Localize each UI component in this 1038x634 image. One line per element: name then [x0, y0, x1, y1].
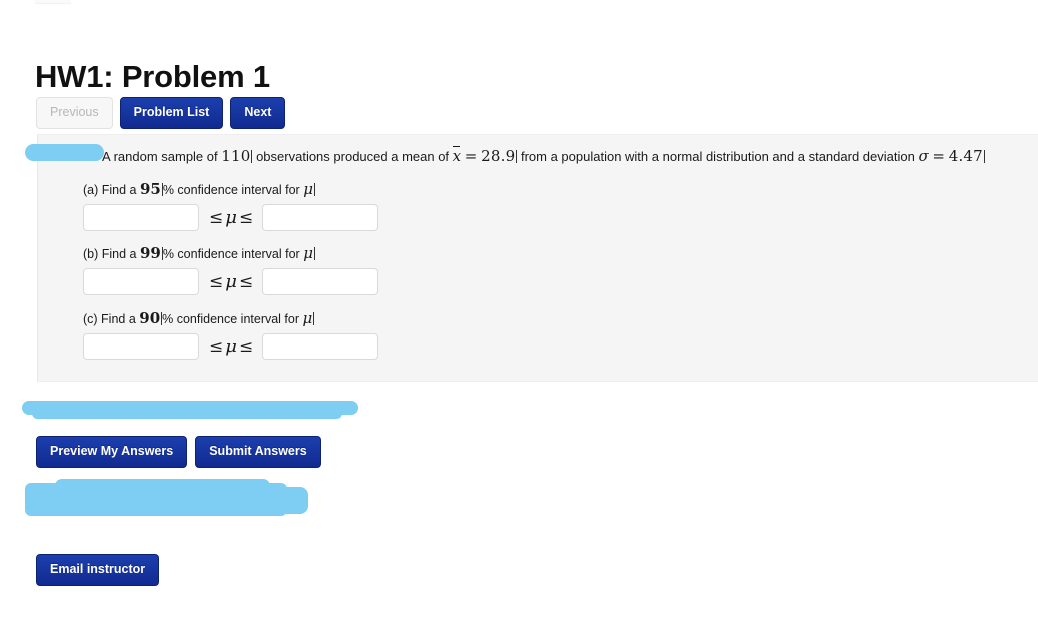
- part-c-suffix: % confidence interval for: [162, 312, 303, 326]
- part-a-upper-bound-input[interactable]: [262, 204, 379, 231]
- text-caret: [983, 150, 985, 163]
- part-c-lower-bound-input[interactable]: [83, 333, 199, 360]
- part-a-label: (a) Find a 95% confidence interval for μ: [83, 181, 378, 198]
- sigma-value: 4.47: [948, 147, 983, 165]
- part-c-mu-symbol: μ: [302, 309, 313, 327]
- inequality-right: ≤: [238, 272, 254, 292]
- inequality-right: ≤: [238, 208, 254, 228]
- mu-symbol: μ: [225, 207, 237, 228]
- part-b-mu-symbol: μ: [303, 244, 313, 262]
- highlighter-mark-above-buttons: [22, 401, 358, 419]
- highlighter-mark-below-buttons: [25, 479, 308, 516]
- top-cutoff-sliver: [35, 0, 71, 4]
- x-bar-symbol: x: [452, 146, 462, 165]
- part-b-confidence-level: 99: [139, 244, 161, 262]
- part-c-inequality: ≤ μ ≤: [199, 336, 262, 357]
- text-caret: [313, 312, 315, 325]
- mean-value: 28.9: [481, 147, 516, 165]
- email-instructor-button[interactable]: Email instructor: [36, 554, 160, 586]
- sigma-symbol: σ: [918, 147, 929, 165]
- part-b-suffix: % confidence interval for: [162, 247, 304, 261]
- part-a-answer-row: ≤ μ ≤: [83, 204, 379, 231]
- part-b-prefix: (b) Find a: [83, 247, 140, 261]
- statement-text-3: from a population with a normal distribu…: [517, 149, 919, 164]
- statement-text-2: observations produced a mean of: [252, 149, 453, 164]
- text-caret: [313, 247, 315, 260]
- part-a-inequality: ≤ μ ≤: [199, 207, 262, 228]
- part-b-lower-bound-input[interactable]: [83, 268, 199, 295]
- part-a-confidence-level: 95: [139, 180, 161, 198]
- part-c-upper-bound-input[interactable]: [262, 333, 379, 360]
- part-c-prefix: (c) Find a: [83, 312, 140, 326]
- inequality-left: ≤: [209, 337, 224, 357]
- problem-list-button[interactable]: Problem List: [119, 97, 224, 129]
- sample-size-value: 110: [221, 147, 251, 165]
- part-a-prefix: (a) Find a: [83, 183, 140, 197]
- inequality-left: ≤: [209, 272, 224, 292]
- part-c-answer-row: ≤ μ ≤: [83, 333, 379, 360]
- text-caret: [313, 183, 315, 196]
- part-b-upper-bound-input[interactable]: [262, 268, 379, 295]
- problem-navigation: Previous Problem List Next: [36, 97, 286, 129]
- equals-sign-1: =: [464, 147, 478, 165]
- email-instructor-wrap: Email instructor: [36, 554, 160, 586]
- part-a-lower-bound-input[interactable]: [83, 204, 199, 231]
- problem-part-c: (c) Find a 90% confidence interval for μ…: [83, 310, 379, 360]
- part-b-answer-row: ≤ μ ≤: [83, 268, 379, 295]
- part-c-label: (c) Find a 90% confidence interval for μ: [83, 310, 378, 327]
- preview-my-answers-button[interactable]: Preview My Answers: [36, 436, 188, 468]
- problem-part-b: (b) Find a 99% confidence interval for μ…: [83, 245, 379, 295]
- problem-part-a: (a) Find a 95% confidence interval for μ…: [83, 181, 379, 231]
- problem-panel: A random sample of 110 observations prod…: [37, 134, 1038, 382]
- mu-symbol: μ: [225, 271, 237, 292]
- previous-button[interactable]: Previous: [36, 97, 113, 129]
- part-c-confidence-level: 90: [139, 309, 161, 327]
- inequality-left: ≤: [209, 208, 224, 228]
- next-button[interactable]: Next: [230, 97, 286, 129]
- part-b-inequality: ≤ μ ≤: [199, 271, 262, 292]
- mu-symbol: μ: [225, 336, 237, 357]
- answer-actions: Preview My Answers Submit Answers: [36, 436, 321, 468]
- page-title: HW1: Problem 1: [35, 58, 270, 94]
- part-a-suffix: % confidence interval for: [162, 183, 304, 197]
- equals-sign-2: =: [932, 147, 946, 165]
- part-a-mu-symbol: μ: [303, 180, 313, 198]
- submit-answers-button[interactable]: Submit Answers: [195, 436, 321, 468]
- problem-statement: A random sample of 110 observations prod…: [102, 145, 985, 167]
- part-b-label: (b) Find a 99% confidence interval for μ: [83, 245, 378, 262]
- inequality-right: ≤: [238, 337, 254, 357]
- statement-text-1: A random sample of: [102, 149, 222, 164]
